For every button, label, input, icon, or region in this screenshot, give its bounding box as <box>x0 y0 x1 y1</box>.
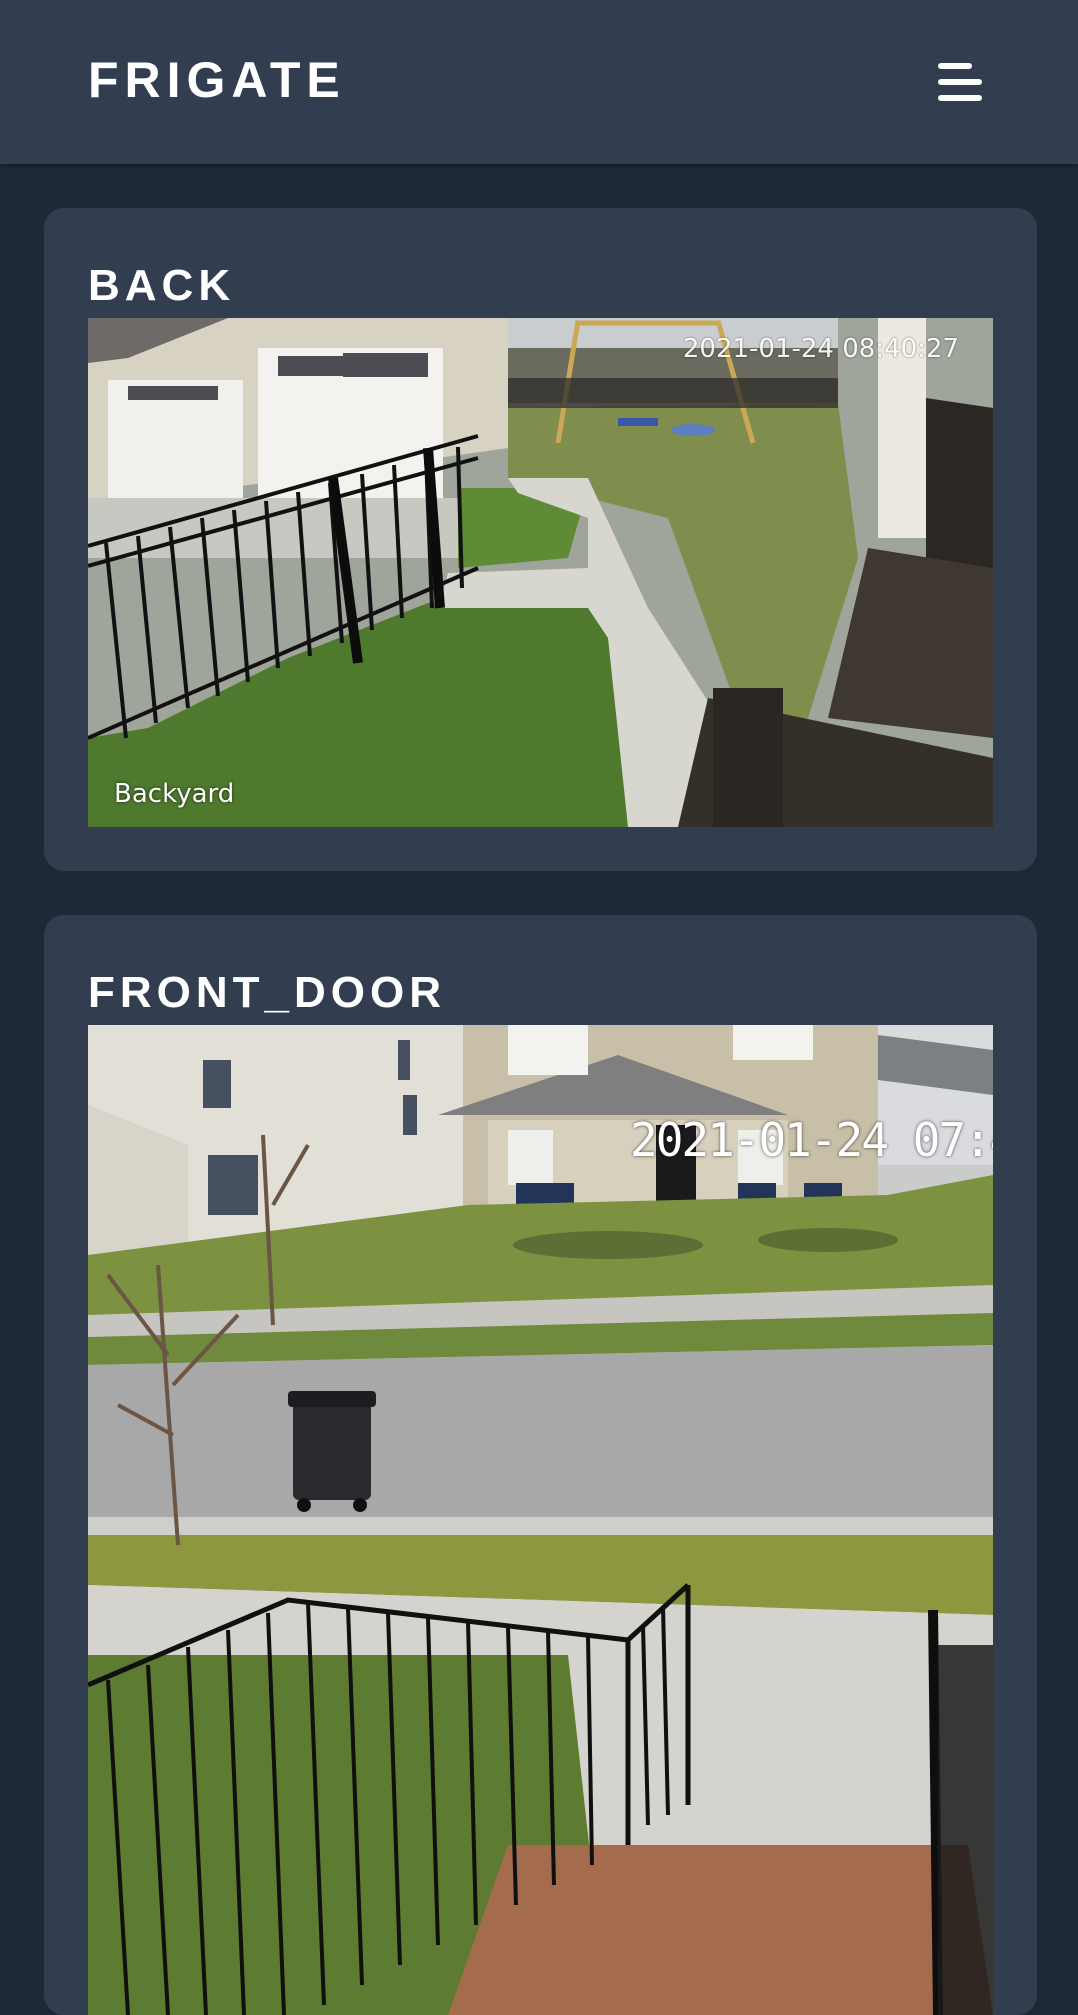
camera-feed-back[interactable]: 2021-01-24 08:40:27 Backyard <box>88 318 993 827</box>
camera-feed-front-door[interactable]: 2021-01-24 07:40:27 <box>88 1025 993 2015</box>
camera-overlay-label: Backyard <box>114 779 235 809</box>
camera-card-back[interactable]: BACK 2021-01-24 08:40:27 Backyard <box>44 208 1037 871</box>
camera-card-front-door[interactable]: FRONT_DOOR 2021-01-24 07: <box>44 915 1037 2015</box>
camera-title[interactable]: BACK <box>88 260 235 312</box>
hamburger-menu-icon <box>938 63 982 101</box>
menu-button[interactable] <box>924 52 988 112</box>
camera-timestamp: 2021-01-24 08:40:27 <box>682 334 959 364</box>
app-title[interactable]: FRIGATE <box>88 50 346 110</box>
camera-snapshot-front-door <box>88 1025 993 2015</box>
camera-timestamp: 2021-01-24 07:40:27 <box>630 1113 993 1167</box>
app-header: FRIGATE <box>0 0 1078 164</box>
camera-snapshot-back <box>88 318 993 827</box>
camera-title[interactable]: FRONT_DOOR <box>88 967 446 1019</box>
